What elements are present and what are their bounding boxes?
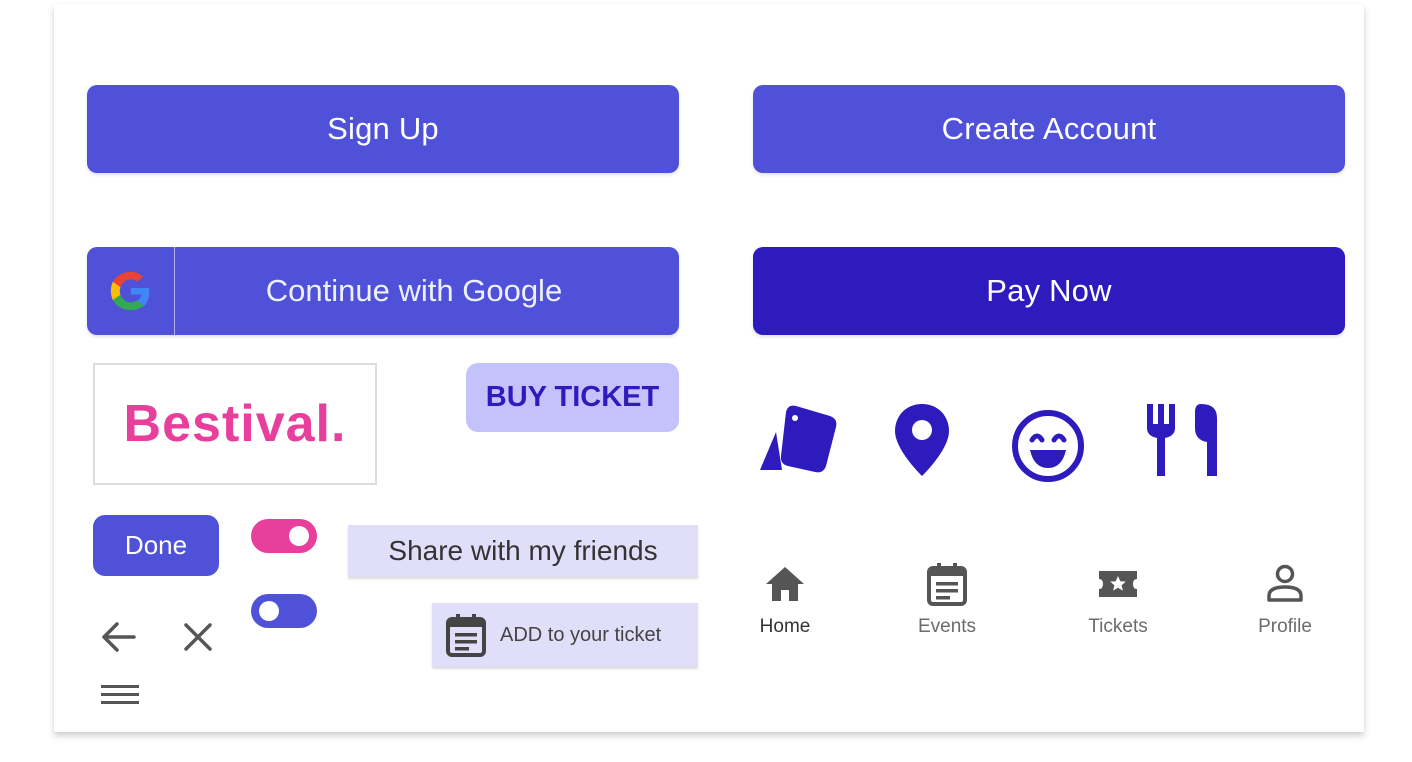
close-icon[interactable] — [182, 621, 214, 653]
logo-text: Bestival. — [123, 395, 347, 453]
add-to-ticket-label: ADD to your ticket — [500, 623, 662, 646]
person-icon — [1267, 564, 1303, 602]
nav-label-events: Events — [917, 616, 977, 637]
done-label: Done — [124, 530, 188, 560]
share-with-friends-button[interactable]: Share with my friends — [348, 525, 698, 577]
toggle-knob — [259, 601, 279, 621]
arrow-back-icon[interactable] — [100, 620, 138, 654]
add-to-ticket-button[interactable]: ADD to your ticket — [432, 603, 698, 667]
nav-item-events[interactable]: Events — [892, 562, 1002, 652]
home-icon — [766, 567, 804, 601]
buy-ticket-button[interactable]: BUY TICKET — [466, 363, 679, 432]
buy-ticket-label: BUY TICKET — [485, 381, 660, 413]
calendar-icon — [927, 563, 967, 606]
ticket-star-icon — [1099, 571, 1137, 597]
nav-item-home[interactable]: Home — [730, 562, 840, 652]
continue-with-google-button[interactable]: Continue with Google — [87, 247, 679, 335]
tickets-icon — [760, 405, 837, 473]
smiley-icon — [1012, 410, 1084, 482]
sign-up-label: Sign Up — [327, 111, 439, 146]
sign-up-button[interactable]: Sign Up — [87, 85, 679, 173]
done-button[interactable]: Done — [93, 515, 219, 576]
nav-label-profile: Profile — [1258, 616, 1312, 637]
pay-now-label: Pay Now — [986, 273, 1112, 308]
nav-item-profile[interactable]: Profile — [1230, 562, 1340, 652]
google-icon — [110, 271, 149, 311]
calendar-icon — [446, 614, 486, 657]
toggle-switch-on[interactable] — [251, 519, 317, 553]
restaurant-icon — [1147, 404, 1217, 476]
bestival-logo: Bestival. — [93, 363, 377, 485]
nav-label-home: Home — [759, 616, 811, 637]
nav-item-tickets[interactable]: Tickets — [1063, 562, 1173, 652]
location-pin-icon — [895, 404, 949, 476]
menu-icon[interactable] — [100, 683, 140, 707]
google-icon-container — [87, 247, 175, 335]
create-account-button[interactable]: Create Account — [753, 85, 1345, 173]
nav-label-tickets: Tickets — [1088, 616, 1148, 637]
create-account-label: Create Account — [941, 111, 1157, 146]
share-label: Share with my friends — [388, 535, 658, 566]
pay-now-button[interactable]: Pay Now — [753, 247, 1345, 335]
toggle-knob — [289, 526, 309, 546]
toggle-switch-off[interactable] — [251, 594, 317, 628]
continue-with-google-label: Continue with Google — [265, 273, 563, 308]
